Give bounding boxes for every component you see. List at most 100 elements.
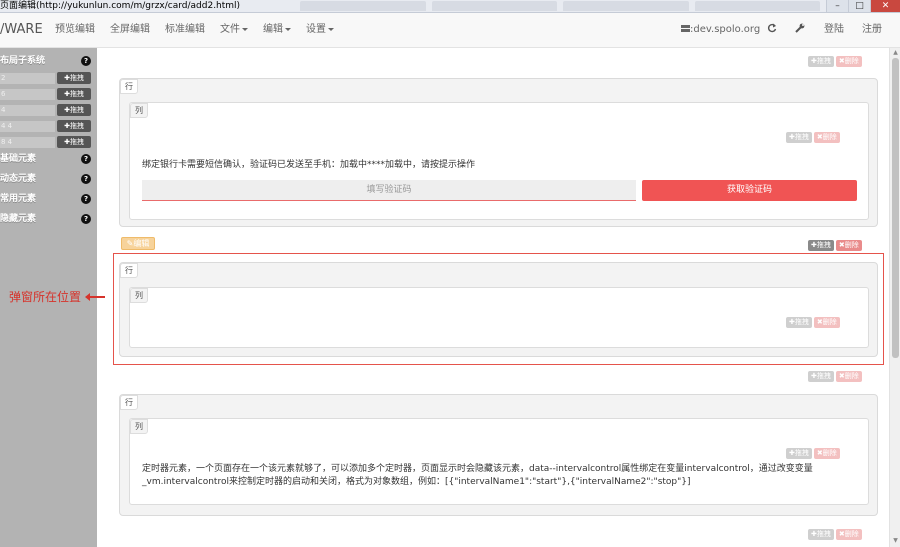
delete-button[interactable]: ✖删除 bbox=[835, 240, 862, 251]
delete-button[interactable]: ✖删除 bbox=[813, 132, 840, 143]
delete-label: 删除 bbox=[822, 449, 837, 457]
server-icon bbox=[681, 25, 690, 32]
drag-label: 拖拽 bbox=[794, 133, 809, 141]
column-tag: 列 bbox=[130, 419, 148, 434]
window-titlebar: 页面编辑(http://yukunlun.com/m/grzx/card/add… bbox=[0, 0, 900, 13]
delete-label: 删除 bbox=[844, 530, 859, 538]
layout-value: 8 4 bbox=[0, 137, 55, 148]
edit-button[interactable]: ✎编辑 bbox=[121, 237, 155, 250]
drag-label: 拖拽 bbox=[794, 449, 809, 457]
tools-button[interactable] bbox=[795, 13, 805, 47]
drag-button[interactable]: ✚拖拽 bbox=[786, 132, 812, 143]
timer-description-line: _vm.intervalcontrol来控制定时器的启动和关闭，格式为对象数组，… bbox=[142, 477, 691, 487]
server-link[interactable]: :dev.spolo.org bbox=[681, 13, 760, 47]
delete-button[interactable]: ✖删除 bbox=[835, 371, 862, 382]
delete-label: 删除 bbox=[822, 133, 837, 141]
drag-label: 拖拽 bbox=[69, 106, 84, 114]
nav-preview-edit[interactable]: 预览编辑 bbox=[55, 13, 95, 47]
drag-button[interactable]: ✚拖拽 bbox=[808, 529, 834, 540]
delete-button[interactable]: ✖删除 bbox=[835, 56, 862, 67]
nav-file-label: 文件 bbox=[220, 24, 240, 35]
sidebar-section-label: 隐藏元素 bbox=[0, 214, 37, 224]
help-icon[interactable]: ? bbox=[81, 174, 91, 184]
column-tag: 列 bbox=[130, 288, 148, 303]
minimize-icon[interactable]: – bbox=[826, 0, 848, 12]
sidebar-section-dynamic[interactable]: 动态元素 ? bbox=[0, 172, 97, 186]
drag-button[interactable]: ✚拖拽 bbox=[786, 317, 812, 328]
register-link[interactable]: 注册 bbox=[862, 13, 882, 47]
browser-tabs bbox=[300, 1, 820, 12]
nav-settings-label: 设置 bbox=[306, 24, 326, 35]
element-toolbar: ✚拖拽 ✖删除 bbox=[786, 132, 840, 143]
caret-down-icon bbox=[328, 27, 334, 31]
sms-notice: 绑定银行卡需要短信确认，验证码已发送至手机：加载中****加载中，请按提示操作 bbox=[142, 160, 476, 170]
sidebar-layout-item: 6 ✚拖拽 bbox=[0, 88, 97, 101]
verification-code-input[interactable]: 填写验证码 bbox=[142, 180, 636, 201]
block-toolbar: ✚拖拽 ✖删除 bbox=[808, 371, 862, 382]
scroll-down-icon[interactable]: ▼ bbox=[891, 537, 900, 545]
get-code-button[interactable]: 获取验证码 bbox=[642, 180, 857, 201]
delete-label: 删除 bbox=[822, 318, 837, 326]
refresh-button[interactable] bbox=[767, 13, 777, 47]
browser-tab[interactable] bbox=[431, 1, 557, 11]
element-toolbar: ✚拖拽 ✖删除 bbox=[786, 448, 840, 459]
maximize-icon[interactable]: □ bbox=[848, 0, 870, 12]
scroll-thumb[interactable] bbox=[892, 58, 899, 358]
row-tag: 行 bbox=[120, 79, 138, 94]
delete-label: 删除 bbox=[844, 372, 859, 380]
help-icon[interactable]: ? bbox=[81, 194, 91, 204]
nav-edit-menu[interactable]: 编辑 bbox=[263, 13, 291, 47]
sidebar-section-layout[interactable]: 布局子系统 ? bbox=[0, 54, 97, 68]
drag-label: 拖拽 bbox=[816, 57, 831, 65]
drag-button[interactable]: ✚拖拽 bbox=[57, 120, 91, 132]
scroll-up-icon[interactable]: ▲ bbox=[891, 49, 900, 57]
nav-file-menu[interactable]: 文件 bbox=[220, 13, 248, 47]
sidebar-section-label: 布局子系统 bbox=[0, 56, 46, 66]
nav-fullscreen-edit[interactable]: 全屏编辑 bbox=[110, 13, 150, 47]
help-icon[interactable]: ? bbox=[81, 214, 91, 224]
browser-tab[interactable] bbox=[563, 1, 689, 11]
layout-column[interactable]: 列 bbox=[129, 287, 869, 348]
browser-tab[interactable] bbox=[300, 1, 426, 11]
help-icon[interactable]: ? bbox=[81, 154, 91, 164]
timer-description-line: 定时器元素，一个页面存在一个该元素就够了，可以添加多个定时器，页面显示时会隐藏该… bbox=[142, 464, 813, 474]
page-scrollbar[interactable]: ▲ ▼ bbox=[889, 48, 900, 547]
delete-label: 删除 bbox=[844, 57, 859, 65]
caret-down-icon bbox=[285, 27, 291, 31]
top-navbar: /WARE 预览编辑 全屏编辑 标准编辑 文件 编辑 设置 :dev.spolo… bbox=[0, 13, 900, 48]
caret-down-icon bbox=[242, 27, 248, 31]
sidebar-section-basic[interactable]: 基础元素 ? bbox=[0, 152, 97, 166]
drag-button[interactable]: ✚拖拽 bbox=[808, 56, 834, 67]
wrench-icon bbox=[795, 23, 805, 33]
delete-button[interactable]: ✖删除 bbox=[835, 529, 862, 540]
layout-column[interactable]: 列 bbox=[129, 418, 869, 505]
drag-label: 拖拽 bbox=[816, 241, 831, 249]
timer-description: 定时器元素，一个页面存在一个该元素就够了，可以添加多个定时器，页面显示时会隐藏该… bbox=[142, 463, 822, 489]
help-icon[interactable]: ? bbox=[81, 56, 91, 66]
drag-button[interactable]: ✚拖拽 bbox=[57, 104, 91, 116]
popup-location-callout: 弹窗所在位置 bbox=[9, 290, 82, 304]
brand-logo[interactable]: /WARE bbox=[0, 13, 43, 47]
edit-label: 编辑 bbox=[133, 239, 150, 248]
block-toolbar: ✚拖拽 ✖删除 bbox=[808, 56, 862, 67]
layout-value: 4 4 bbox=[0, 121, 55, 132]
browser-tab[interactable] bbox=[694, 1, 820, 11]
window-title: 页面编辑(http://yukunlun.com/m/grzx/card/add… bbox=[0, 1, 241, 11]
login-link[interactable]: 登陆 bbox=[824, 13, 844, 47]
drag-button[interactable]: ✚拖拽 bbox=[57, 136, 91, 148]
element-toolbar: ✚拖拽 ✖删除 bbox=[786, 317, 840, 328]
drag-button[interactable]: ✚拖拽 bbox=[808, 371, 834, 382]
drag-button[interactable]: ✚拖拽 bbox=[57, 72, 91, 84]
drag-button[interactable]: ✚拖拽 bbox=[786, 448, 812, 459]
close-icon[interactable]: ✕ bbox=[870, 0, 900, 12]
nav-settings-menu[interactable]: 设置 bbox=[306, 13, 334, 47]
sidebar-section-common[interactable]: 常用元素 ? bbox=[0, 192, 97, 206]
sidebar-section-hidden[interactable]: 隐藏元素 ? bbox=[0, 212, 97, 226]
block-toolbar: ✚拖拽 ✖删除 bbox=[808, 240, 862, 251]
nav-standard-edit[interactable]: 标准编辑 bbox=[165, 13, 205, 47]
drag-button[interactable]: ✚拖拽 bbox=[808, 240, 834, 251]
delete-button[interactable]: ✖删除 bbox=[813, 448, 840, 459]
drag-button[interactable]: ✚拖拽 bbox=[57, 88, 91, 100]
layout-value: 2 bbox=[0, 73, 55, 84]
delete-button[interactable]: ✖删除 bbox=[813, 317, 840, 328]
